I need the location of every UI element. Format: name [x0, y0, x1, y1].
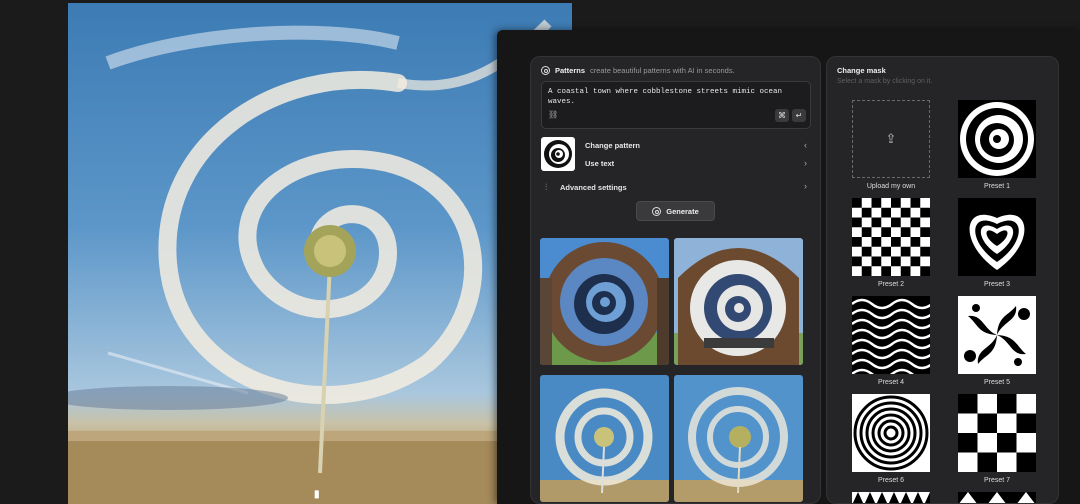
patterns-card: Patterns create beautiful patterns with …	[530, 56, 821, 504]
mask-card: Change mask Select a mask by clicking on…	[826, 56, 1059, 504]
preset-7-checker-image[interactable]	[958, 394, 1036, 472]
swirl-pattern-icon	[958, 296, 1036, 374]
preset-2-checker-image[interactable]	[852, 198, 930, 276]
mask-preset-4[interactable]: Preset 4	[852, 296, 930, 386]
mask-label: Preset 1	[983, 183, 1011, 190]
advanced-settings-row[interactable]: ⫶ Advanced settings ›	[541, 181, 811, 194]
results-grid	[540, 238, 804, 502]
advanced-settings-label[interactable]: Advanced settings	[560, 183, 627, 192]
prompt-textarea[interactable]: A coastal town where cobblestone streets…	[541, 81, 811, 129]
result-image-spiral-arch	[540, 238, 669, 365]
mask-label: Preset 6	[877, 477, 905, 484]
result-image[interactable]	[674, 238, 803, 365]
enter-key-icon[interactable]: ↵	[792, 109, 806, 122]
sliders-icon: ⫶	[545, 182, 548, 192]
zigzag-icon	[852, 492, 930, 503]
mask-preset-7[interactable]: Preset 7	[958, 394, 1036, 484]
mask-preset-partial[interactable]	[958, 492, 1036, 503]
mask-label: Upload my own	[866, 183, 916, 190]
patterns-subtitle: create beautiful patterns with AI in sec…	[590, 66, 735, 75]
mask-subtitle: Select a mask by clicking on it.	[837, 78, 933, 85]
mask-preset-2[interactable]: Preset 2	[852, 198, 930, 288]
link-icon[interactable]: ⛓	[548, 110, 558, 119]
mask-preset-3[interactable]: Preset 3	[958, 198, 1036, 288]
change-pattern-label[interactable]: Change pattern	[585, 141, 640, 150]
patterns-logo-icon	[541, 66, 550, 75]
chevron-right-icon[interactable]: ›	[804, 181, 807, 191]
hero-logo-badge: ▮	[314, 489, 320, 500]
pattern-selector[interactable]: Change pattern ‹ Use text ›	[541, 137, 811, 171]
spiral-icon	[958, 100, 1036, 178]
concentric-rings-icon	[852, 394, 930, 472]
triangles-icon	[958, 492, 1036, 503]
mask-preset-1[interactable]: Preset 1	[958, 100, 1036, 190]
mask-label: Preset 2	[877, 281, 905, 288]
heart-icon	[958, 198, 1036, 276]
preset-4-waves-image[interactable]	[852, 296, 930, 374]
partial-preset-image[interactable]	[852, 492, 930, 503]
result-image-spiral-cloud	[540, 375, 669, 502]
pattern-thumbnail[interactable]	[541, 137, 575, 171]
mask-preset-6[interactable]: Preset 6	[852, 394, 930, 484]
patterns-header: Patterns create beautiful patterns with …	[541, 66, 735, 75]
preset-5-swirls-image[interactable]	[958, 296, 1036, 374]
result-image[interactable]	[540, 375, 669, 502]
mask-title: Change mask	[837, 66, 886, 75]
mask-preset-partial[interactable]	[852, 492, 930, 503]
result-image[interactable]	[540, 238, 669, 365]
mask-label: Preset 4	[877, 379, 905, 386]
app-root: ▮ m Patterns create beautiful patterns w…	[0, 0, 1080, 504]
mask-label: Preset 5	[983, 379, 1011, 386]
mask-preset-5[interactable]: Preset 5	[958, 296, 1036, 386]
upload-icon[interactable]: ⇪	[852, 100, 930, 178]
checkerboard-icon	[852, 198, 930, 276]
preset-3-heart-image[interactable]	[958, 198, 1036, 276]
result-image-spiral-door	[674, 238, 803, 365]
mask-label: Preset 7	[983, 477, 1011, 484]
preset-1-spiral-image[interactable]	[958, 100, 1036, 178]
result-image[interactable]	[674, 375, 803, 502]
patterns-title: Patterns	[555, 66, 586, 75]
prompt-text[interactable]: A coastal town where cobblestone streets…	[548, 88, 798, 107]
partial-preset-image[interactable]	[958, 492, 1036, 503]
chevron-left-icon[interactable]: ‹	[804, 140, 807, 150]
checkerboard-icon	[958, 394, 1036, 472]
mask-label: Preset 3	[983, 281, 1011, 288]
patterns-overlay: Patterns create beautiful patterns with …	[497, 30, 1080, 504]
preset-6-rings-image[interactable]	[852, 394, 930, 472]
generate-icon	[652, 206, 662, 216]
upload-mask-tile[interactable]: ⇪ Upload my own	[852, 100, 930, 190]
spiral-icon	[544, 140, 572, 168]
result-image-spiral-tree	[674, 375, 803, 502]
command-key-icon[interactable]: ⌘	[775, 109, 789, 122]
use-text-label[interactable]: Use text	[585, 159, 614, 168]
generate-label: Generate	[666, 206, 699, 216]
chevron-right-icon[interactable]: ›	[804, 158, 807, 168]
waves-icon	[852, 296, 930, 374]
generate-button[interactable]: Generate	[636, 201, 715, 221]
